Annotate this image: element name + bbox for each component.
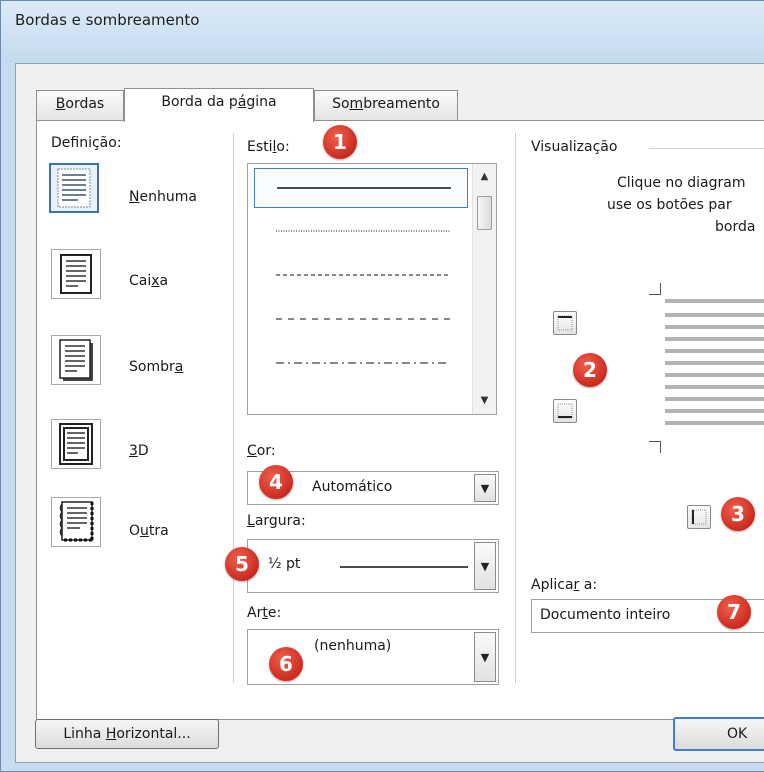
page-3d-icon xyxy=(59,423,93,465)
setting-shadow-label: Sombra xyxy=(129,359,184,375)
tab-label: breamento xyxy=(363,96,440,112)
setting-custom-label: Outra xyxy=(129,523,169,539)
width-label: Largura: xyxy=(247,513,306,529)
style-option-solid[interactable] xyxy=(254,168,468,208)
preview-text-line xyxy=(665,313,764,317)
scroll-up-icon[interactable]: ▲ xyxy=(473,166,496,188)
preview-text-line xyxy=(665,337,764,341)
style-option-fine-dash[interactable] xyxy=(254,256,468,296)
bottom-border-icon xyxy=(557,403,573,419)
setting-shadow-button[interactable] xyxy=(51,335,101,385)
preview-text-line xyxy=(665,349,764,353)
page-shadow-icon xyxy=(59,339,93,381)
column-divider xyxy=(233,133,234,683)
column-divider xyxy=(515,133,516,683)
title-bar[interactable]: Bordas e sombreamento xyxy=(1,1,764,63)
top-border-button[interactable] xyxy=(553,311,577,335)
preview-text-line xyxy=(665,421,764,425)
style-listbox[interactable]: ▲ ▼ xyxy=(247,163,497,415)
chevron-down-icon[interactable]: ▼ xyxy=(474,542,496,590)
setting-3d-label: 3D xyxy=(129,443,149,459)
callout-badge-3: 3 xyxy=(721,497,755,531)
tab-label-accel: m xyxy=(349,96,364,112)
style-scrollbar[interactable]: ▲ ▼ xyxy=(472,164,496,414)
definition-label: Definição: xyxy=(51,135,122,151)
page-corner-mark xyxy=(649,283,661,295)
page-none-icon xyxy=(57,168,91,208)
setting-3d-button[interactable] xyxy=(51,419,101,469)
art-value: (nenhuma) xyxy=(314,638,392,654)
scroll-thumb[interactable] xyxy=(477,196,492,230)
art-label: Arte: xyxy=(247,605,282,621)
width-select[interactable]: ½ pt ▼ xyxy=(247,539,499,593)
page-box-icon xyxy=(60,254,92,294)
callout-badge-1: 1 xyxy=(323,125,357,159)
setting-box-button[interactable] xyxy=(51,249,101,299)
tab-sombreamento[interactable]: Sombreamento xyxy=(314,90,458,120)
color-value: Automático xyxy=(312,479,393,495)
dash-dot-line-icon xyxy=(276,362,450,364)
preview-text-line xyxy=(665,409,764,413)
style-option-dash[interactable] xyxy=(254,300,468,340)
page-custom-icon xyxy=(59,501,94,542)
apply-to-label: Aplicar a: xyxy=(531,577,598,593)
preview-text-line xyxy=(665,373,764,377)
dialog-title: Bordas e sombreamento xyxy=(15,11,200,29)
preview-text-line xyxy=(665,361,764,365)
apply-to-value: Documento inteiro xyxy=(540,607,671,623)
width-value: ½ pt xyxy=(268,556,301,572)
dashed-line-icon xyxy=(276,318,450,320)
left-border-icon xyxy=(691,509,707,525)
top-border-icon xyxy=(557,315,573,331)
style-option-dash-dot[interactable] xyxy=(254,344,468,384)
callout-badge-5: 5 xyxy=(225,547,259,581)
dashed-line-icon xyxy=(276,274,450,276)
color-label: Cor: xyxy=(247,443,276,459)
tab-bordas[interactable]: Bordas xyxy=(36,90,124,120)
tab-label: Borda da p xyxy=(161,94,238,110)
tab-label-accel: B xyxy=(55,96,66,112)
tab-label: gina xyxy=(246,94,277,110)
preview-text-line xyxy=(665,397,764,401)
preview-text-line xyxy=(665,299,764,303)
callout-badge-6: 6 xyxy=(269,647,303,681)
preview-text-line xyxy=(665,325,764,329)
solid-line-icon xyxy=(277,187,451,189)
preview-hint-line3: borda xyxy=(715,219,756,235)
callout-badge-4: 4 xyxy=(259,465,293,499)
width-line-sample-icon xyxy=(340,566,468,568)
setting-none-button[interactable] xyxy=(49,163,99,213)
preview-hint-line1: Clique no diagram xyxy=(617,175,746,191)
horizontal-line-button[interactable]: Linha Horizontal... xyxy=(35,719,219,749)
preview-hint-line2: use os botões par xyxy=(607,197,732,213)
callout-badge-2: 2 xyxy=(573,353,607,387)
chevron-down-icon[interactable]: ▼ xyxy=(474,632,496,682)
chevron-down-icon[interactable]: ▼ xyxy=(474,474,496,502)
tab-label: So xyxy=(332,96,350,112)
callout-badge-7: 7 xyxy=(717,595,751,629)
scroll-down-icon[interactable]: ▼ xyxy=(473,390,496,412)
ok-button[interactable]: OK xyxy=(673,717,764,751)
setting-none-label: Nenhuma xyxy=(129,189,197,205)
setting-box-label: Caixa xyxy=(129,273,169,289)
left-border-button[interactable] xyxy=(687,505,711,529)
preview-divider xyxy=(649,148,764,149)
dotted-line-icon xyxy=(276,230,450,232)
tab-borda-da-pagina[interactable]: Borda da página xyxy=(124,88,314,122)
bottom-border-button[interactable] xyxy=(553,399,577,423)
page-corner-mark xyxy=(649,441,661,453)
preview-text-line xyxy=(665,385,764,389)
dialog-window: Bordas e sombreamento Bordas Borda da pá… xyxy=(0,0,764,772)
style-label: Estilo: xyxy=(247,139,290,155)
setting-custom-button[interactable] xyxy=(51,497,101,547)
tab-label: ordas xyxy=(65,96,105,112)
preview-label: Visualização xyxy=(531,139,618,155)
style-option-dotted[interactable] xyxy=(254,212,468,252)
